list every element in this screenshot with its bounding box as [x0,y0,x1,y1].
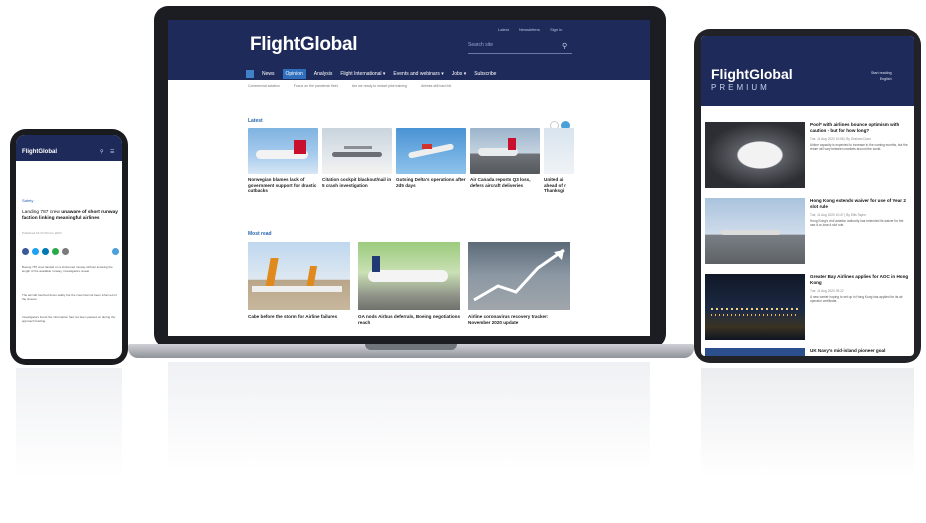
breadcrumb-item[interactable]: Airlines still hard hit [421,84,451,88]
phone-header: FlightGlobal ⚲ ☰ [16,135,122,161]
nav-subscribe[interactable]: Subscribe [474,71,496,77]
plane-photo [322,128,392,174]
most-read-card[interactable]: GA nods Airbus deferrals, Boeing negotia… [358,242,460,325]
nav-jobs[interactable]: Jobs ▾ [452,71,466,77]
card-headline: Airline coronavirus recovery tracker: No… [468,314,549,325]
home-icon[interactable] [246,69,254,78]
plane-photo [396,128,466,174]
plane-photo [468,242,570,310]
article-meta: Tue, 11 Aug 2020 10:47 | By Ellis Taylor [810,213,867,217]
nav-opinion[interactable]: Opinion [282,68,306,79]
article-row[interactable]: Pool* with airlines bounce optimism with… [701,120,914,190]
breadcrumb-item[interactable]: Focus on the pandemic fleet [294,84,338,88]
article-summary: A new carrier hoping to set up in Hong K… [810,295,903,304]
trend-arrow-icon [473,248,565,302]
plane-window-photo [705,122,805,188]
article-paragraph: Investigators found the information had … [22,315,116,324]
share-icon[interactable] [112,248,119,255]
latest-heading: Latest [248,118,263,124]
article-section[interactable]: Safety [22,198,33,203]
main-nav: News Opinion Analysis Flight Internation… [246,67,496,80]
laptop-reflection [168,362,650,472]
card-headline: Cabe before the storm for Airline failur… [248,314,338,319]
language-link[interactable]: English [871,76,892,82]
site-logo[interactable]: FlightGlobal [250,34,358,56]
card-headline: Norwegian blames lack of government supp… [248,177,317,194]
phone-screen: FlightGlobal ⚲ ☰ Safety Landing 787 crew… [16,135,122,359]
utility-links: Latest Newsletters Sign in [498,27,571,32]
nav-events[interactable]: Events and webinars ▾ [393,71,443,77]
tablet-logo[interactable]: FlightGlobal [711,66,793,82]
laptop-notch [365,344,457,350]
twitter-icon[interactable] [32,248,39,255]
share-bar [22,248,69,255]
article-meta: Published 16:34 09 Nov 2020 [22,231,62,235]
tablet-utility: Start reading English [871,70,892,82]
plane-photo [544,128,574,174]
article-summary: Hong Kong's civil aviation authority has… [810,219,904,228]
plane-photo [358,242,460,310]
article-title: Greater Bay Airlines applies for AOC in … [810,274,909,285]
article-meta: Tue, 11 Aug 2020 09:22 [810,289,844,293]
tablet-header: FlightGlobal PREMIUM Start reading Engli… [701,36,914,106]
breadcrumb-item[interactable]: Are we ready to restart pilot training [352,84,407,88]
tablet-screen: FlightGlobal PREMIUM Start reading Engli… [701,36,914,356]
site-header: Latest Newsletters Sign in FlightGlobal … [168,20,650,80]
latest-card[interactable]: Gutsing Delta's operations after 2d5 day… [396,128,466,188]
latest-card[interactable]: Norwegian blames lack of government supp… [248,128,318,194]
breadcrumb: Commercial aviation Focus on the pandemi… [248,84,451,88]
article-meta: Tue, 11 Aug 2020 10:58 | By Graham Dunn [810,137,871,141]
menu-icon[interactable]: ☰ [110,149,114,155]
card-headline: GA nods Airbus deferrals, Boeing negotia… [358,314,461,325]
plane-photo [470,128,540,174]
premium-label: PREMIUM [711,83,770,92]
card-headline: Air Canada reports Q3 loss, defers aircr… [470,177,531,188]
plane-photo [705,348,805,356]
linkedin-icon[interactable] [42,248,49,255]
nav-flight-international[interactable]: Flight International ▾ [340,71,385,77]
city-night-photo [705,274,805,340]
breadcrumb-item[interactable]: Commercial aviation [248,84,280,88]
util-link-latest[interactable]: Latest [498,27,509,32]
tablet-reflection [701,368,914,478]
phone-reflection [16,368,122,478]
card-headline: Citation cockpit blackout/nail in 5 cras… [322,177,392,188]
title-part: Landing 787 crew [22,210,62,215]
plane-photo [248,128,318,174]
article-title: Pool* with airlines bounce optimism with… [810,122,900,133]
phone-logo[interactable]: FlightGlobal [22,149,57,155]
latest-card[interactable]: Citation cockpit blackout/nail in 5 cras… [322,128,392,188]
search-icon[interactable]: ⚲ [562,42,567,50]
search-input[interactable]: Search site [468,42,572,54]
latest-card[interactable]: United ai ahead of r Thanksgi [544,128,574,194]
article-row[interactable]: Hong Kong extends waiver for use of Year… [701,196,914,266]
plane-photo [705,198,805,264]
search-icon[interactable]: ⚲ [100,149,104,155]
nav-analysis[interactable]: Analysis [314,71,333,77]
plane-photo [248,242,350,310]
util-link-sign-in[interactable]: Sign in [550,27,562,32]
laptop-screen: Latest Newsletters Sign in FlightGlobal … [168,20,650,336]
article-row[interactable]: UK Navy's mid-island pioneer goal [701,346,914,356]
article-title: Hong Kong extends waiver for use of Year… [810,198,906,209]
email-icon[interactable] [62,248,69,255]
latest-card[interactable]: Air Canada reports Q3 loss, defers aircr… [470,128,540,188]
most-read-card[interactable]: Cabe before the storm for Airline failur… [248,242,350,320]
most-read-heading: Most read [248,231,272,237]
card-headline: Gutsing Delta's operations after 2d5 day… [396,177,466,188]
article-paragraph: Boeing 787 crew landed on a shortened ru… [22,265,113,274]
article-row[interactable]: Greater Bay Airlines applies for AOC in … [701,272,914,342]
card-headline: United ai ahead of r Thanksgi [544,177,566,194]
whatsapp-icon[interactable] [52,248,59,255]
article-title: Landing 787 crew unaware of short runway… [22,210,118,222]
article-title: UK Navy's mid-island pioneer goal [810,348,886,353]
util-link-newsletters[interactable]: Newsletters [519,27,540,32]
nav-news[interactable]: News [262,71,275,77]
facebook-icon[interactable] [22,248,29,255]
article-paragraph: The aircraft touched down safely but the… [22,293,117,302]
most-read-card[interactable]: Airline coronavirus recovery tracker: No… [468,242,570,325]
article-summary: Airline capacity is expected to increase… [810,143,908,152]
